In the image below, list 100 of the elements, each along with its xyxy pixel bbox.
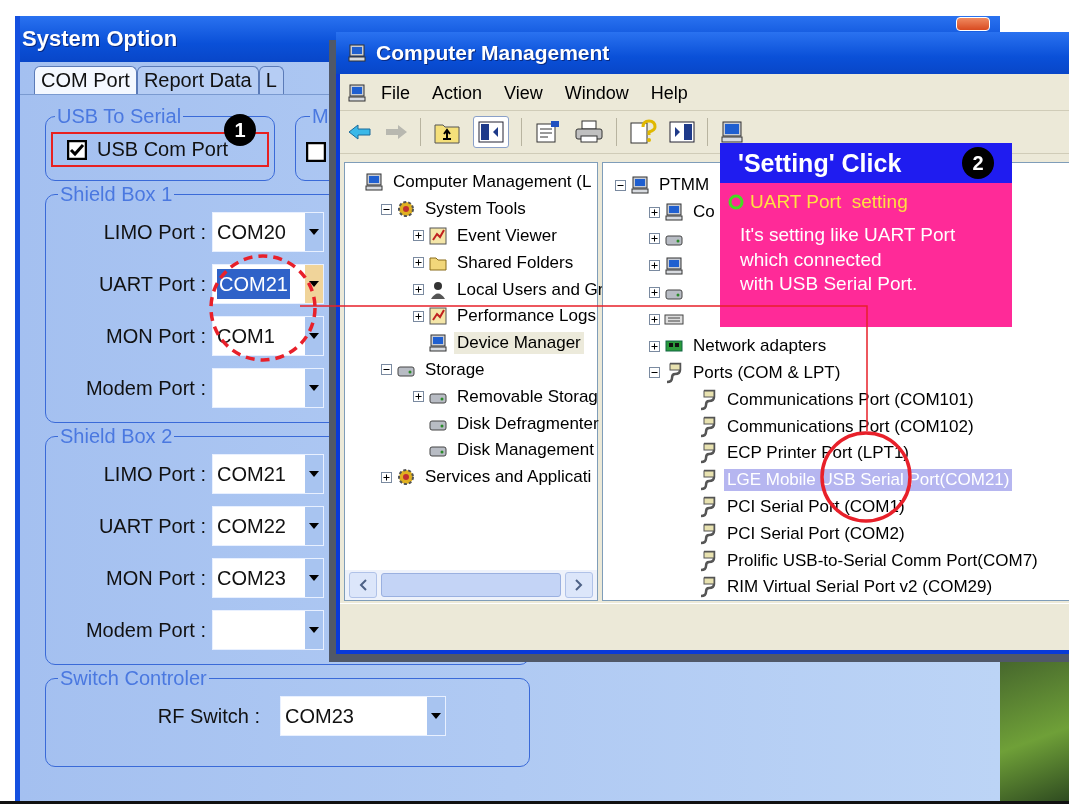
group-label: USB To Serial [56,105,183,128]
expand-toggle[interactable] [380,364,392,376]
checkbox[interactable] [306,142,326,162]
dropdown[interactable]: COM1 [212,316,324,356]
tree-item[interactable]: Removable Storag [454,385,601,408]
tree-item[interactable]: Storage [422,358,488,381]
window-title: System Option [22,26,178,52]
gear-icon [396,199,416,220]
field-label: Modem Port : [84,376,207,400]
tree-item[interactable]: Services and Applicati [422,466,595,489]
tab[interactable]: COM Port [34,66,137,94]
field-label: LIMO Port : [102,220,207,244]
plug-icon [664,361,684,384]
tree-item[interactable]: PCI Serial Port (COM2) [724,522,908,545]
tree-item[interactable]: System Tools [422,198,529,221]
toolbar-button[interactable] [473,116,509,148]
menu-item[interactable]: Action [423,82,492,104]
dropdown-value: COM1 [216,323,276,349]
expand-toggle[interactable] [648,233,660,245]
menu-item[interactable]: View [495,82,552,104]
tree-item[interactable]: Disk Defragmenter [454,412,602,435]
tree-item[interactable]: Event Viewer [454,225,560,247]
chevron-left-icon[interactable] [359,579,367,591]
tree-item[interactable]: Shared Folders [454,251,577,274]
tree-item[interactable]: Ports (COM & LPT) [690,361,844,384]
menu-item[interactable]: File [372,82,419,104]
tree-item[interactable]: Network adapters [690,335,830,358]
plug-icon [698,415,718,438]
expand-toggle[interactable] [380,203,392,215]
tab[interactable]: L [258,66,284,94]
expand-toggle[interactable] [412,391,424,403]
tree-item[interactable]: Disk Management [454,439,597,462]
menu-item[interactable]: Window [555,82,638,104]
dropdown-value: COM21 [217,269,290,299]
expand-toggle[interactable] [648,313,660,325]
close-button[interactable] [956,17,990,31]
dropdown[interactable]: COM21 [212,264,324,304]
tab[interactable]: Report Data [136,66,259,94]
tree-item[interactable]: RIM Virtual Serial Port v2 (COM29) [724,576,996,599]
plug-icon [698,495,718,518]
expand-toggle[interactable] [648,287,660,299]
computer-icon[interactable] [720,120,746,144]
tree-item[interactable]: Local Users and Gr [454,278,607,301]
tree-item[interactable]: Device Manager [454,332,584,355]
dropdown[interactable]: COM21 [212,454,324,494]
expand-toggle[interactable] [614,179,626,191]
caret-icon [305,507,323,545]
dropdown-value: COM21 [216,461,287,487]
expand-toggle[interactable] [648,206,660,218]
printer-icon[interactable] [574,119,604,145]
field-label: Modem Port : [84,618,207,642]
field-label: RF Switch : [156,704,261,728]
dropdown[interactable]: COM23 [280,696,446,736]
tree-item[interactable]: Computer Management (L [390,171,595,194]
expand-toggle[interactable] [412,230,424,242]
plug-icon [698,442,718,465]
panel-icon[interactable] [669,121,695,143]
computer-icon [347,43,367,63]
tree-item[interactable]: PTMM [656,174,713,197]
computer-icon [347,83,367,103]
plug-icon [698,522,718,545]
dropdown[interactable]: COM20 [212,212,324,252]
tree-item[interactable]: Performance Logs [454,305,599,328]
tree-item[interactable]: Prolific USB-to-Serial Comm Port(COM7) [724,549,1041,572]
computer-icon [664,202,684,223]
back-arrow-icon[interactable] [348,123,372,141]
checkbox[interactable] [67,139,87,160]
keyboard-icon [664,313,684,325]
dropdown-value: COM23 [216,565,287,591]
expand-toggle[interactable] [412,310,424,322]
caret-icon [305,559,323,597]
horizontal-scrollbar[interactable] [345,570,597,600]
chevron-right-icon[interactable] [575,579,583,591]
window-title: Computer Management [376,41,610,65]
computer-icon [428,333,448,354]
expand-toggle[interactable] [648,340,660,352]
ring-icon [728,194,744,210]
field-label: LIMO Port : [102,462,207,486]
user-icon [428,279,448,300]
expand-toggle[interactable] [648,260,660,272]
expand-toggle[interactable] [380,471,392,483]
properties-icon[interactable] [534,119,562,145]
tree-item[interactable]: Co [690,201,718,224]
computer-icon [664,255,684,276]
field-label: MON Port : [105,324,207,348]
menu-item[interactable]: Help [641,82,697,104]
dropdown[interactable]: COM23 [212,558,324,598]
help-icon[interactable] [629,119,657,145]
expand-toggle[interactable] [412,257,424,269]
caret-icon [305,455,323,493]
dropdown[interactable]: COM22 [212,506,324,546]
chart-icon [428,226,448,246]
plug-icon [698,469,718,492]
expand-toggle[interactable] [412,284,424,296]
expand-toggle[interactable] [648,367,660,379]
gear-icon [396,467,416,488]
dropdown-value: COM22 [216,513,287,539]
callout-heading: UART Port setting [750,191,908,213]
group-label: M [311,105,330,128]
plug-icon [698,549,718,572]
